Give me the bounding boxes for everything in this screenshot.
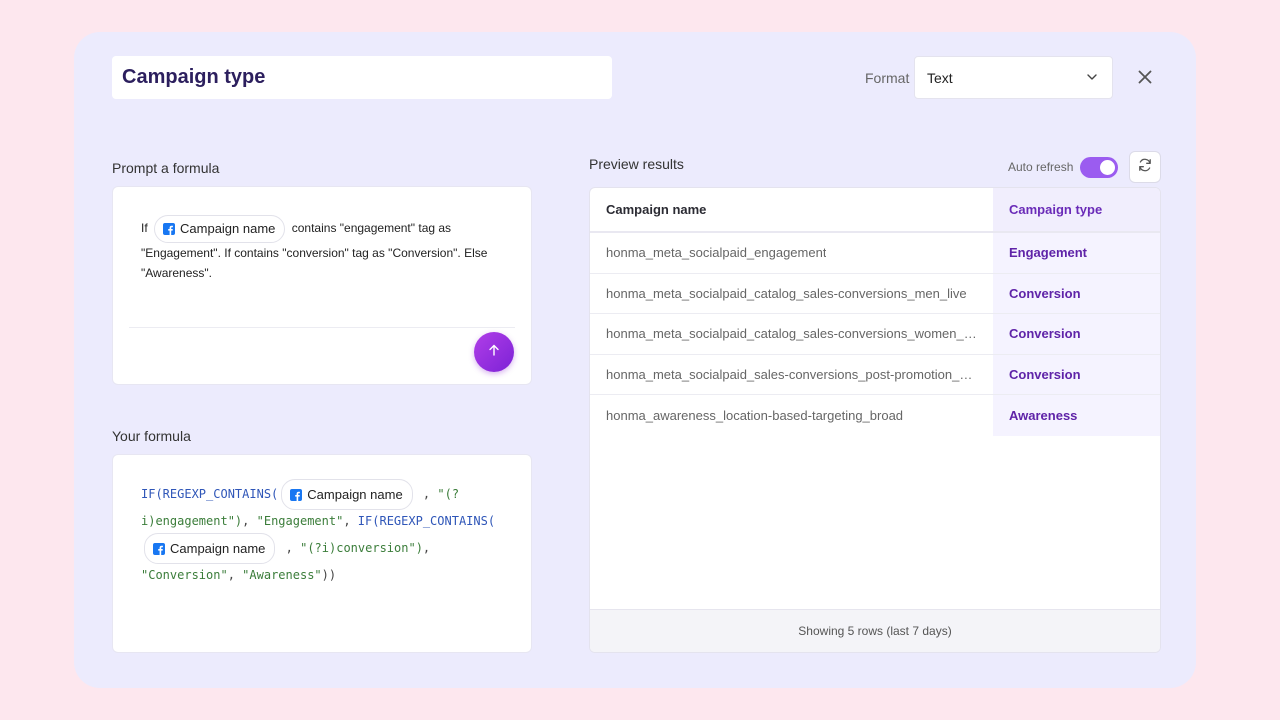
formula-token: "Engagement" [256, 514, 344, 528]
formula-token: , [242, 514, 250, 528]
chip-label: Campaign name [307, 487, 403, 502]
campaign-type-cell: Awareness [993, 395, 1160, 436]
formula-token: IF(REGEXP_CONTAINS( [141, 487, 279, 501]
campaign-type-cell: Conversion [993, 314, 1160, 354]
table-footer: Showing 5 rows (last 7 days) [590, 609, 1160, 652]
formula-editor-panel: Campaign type Format Text Prompt a formu… [74, 32, 1196, 688]
facebook-icon [153, 542, 165, 555]
prompt-text-before: If [141, 221, 148, 236]
auto-refresh-label: Auto refresh [1008, 160, 1074, 174]
formula-token: , [343, 514, 351, 528]
formula-token: IF(REGEXP_CONTAINS( [357, 514, 496, 528]
column-header-campaign-type[interactable]: Campaign type [993, 188, 1160, 231]
send-prompt-button[interactable] [474, 332, 514, 372]
cell-text: honma_awareness_location-based-targeting… [606, 407, 904, 423]
campaign-name-chip[interactable]: Campaign name [144, 533, 276, 564]
campaign-name-cell: honma_meta_socialpaid_engagement [590, 233, 993, 273]
formula-token: , [422, 487, 431, 501]
refresh-icon [1137, 157, 1153, 178]
cell-text: honma_meta_socialpaid_catalog_sales-conv… [606, 285, 967, 301]
cell-text: honma_meta_socialpaid_sales-conversions_… [606, 366, 973, 382]
campaign-name-chip[interactable]: Campaign name [154, 215, 286, 243]
preview-section-label: Preview results [589, 156, 684, 172]
column-title-input[interactable]: Campaign type [112, 56, 612, 99]
table-row: honma_meta_socialpaid_engagement Engagem… [590, 233, 1160, 274]
prompt-text-rest: "Engagement". If contains "conversion" t… [141, 246, 488, 280]
table-row: honma_meta_socialpaid_sales-conversions_… [590, 354, 1160, 395]
formula-token: , [227, 568, 235, 582]
prompt-divider [129, 327, 515, 328]
formula-token: "(?i)conversion") [300, 541, 423, 555]
chip-label: Campaign name [170, 541, 266, 556]
formula-token: "Awareness" [242, 568, 322, 582]
column-header-campaign-name[interactable]: Campaign name [590, 188, 993, 231]
refresh-button[interactable] [1129, 151, 1161, 183]
column-title-text: Campaign type [122, 66, 266, 88]
campaign-name-cell: honma_awareness_location-based-targeting… [590, 395, 993, 436]
campaign-type-cell: Conversion [993, 354, 1160, 394]
format-select-value: Text [927, 69, 953, 86]
formula-token: "Conversion" [141, 568, 228, 582]
arrow-up-icon [487, 343, 501, 362]
chip-label: Campaign name [180, 221, 276, 236]
formula-token: , [285, 541, 293, 555]
close-button[interactable] [1132, 66, 1158, 92]
formula-token: , [422, 541, 431, 555]
cell-text: honma_meta_socialpaid_engagement [606, 245, 827, 261]
table-row: honma_awareness_location-based-targeting… [590, 395, 1160, 436]
row-count-text: Showing 5 rows (last 7 days) [798, 624, 952, 638]
table-header: Campaign name Campaign type [590, 188, 1160, 233]
cell-text: honma_meta_socialpaid_catalog_sales-conv… [606, 326, 977, 342]
formula-card: IF(REGEXP_CONTAINS( Campaign name , "(?i)… [112, 454, 532, 653]
table-row: honma_meta_socialpaid_catalog_sales-conv… [590, 314, 1160, 355]
campaign-name-cell: honma_meta_socialpaid_sales-conversions_… [590, 355, 993, 395]
format-select[interactable]: Text [914, 56, 1113, 99]
formula-code[interactable]: IF(REGEXP_CONTAINS( Campaign name , "(?i)… [141, 479, 511, 587]
chevron-down-icon [1086, 70, 1098, 86]
campaign-name-cell: honma_meta_socialpaid_catalog_sales-conv… [590, 314, 993, 354]
campaign-type-cell: Conversion [993, 273, 1160, 313]
formula-token: )) [321, 568, 337, 582]
table-row: honma_meta_socialpaid_catalog_sales-conv… [590, 273, 1160, 314]
format-label: Format [865, 70, 910, 86]
campaign-name-cell: honma_meta_socialpaid_catalog_sales-conv… [590, 274, 993, 314]
facebook-icon [163, 223, 176, 235]
auto-refresh-toggle[interactable] [1080, 157, 1118, 178]
campaign-name-chip[interactable]: Campaign name [281, 479, 413, 510]
toggle-knob [1100, 160, 1115, 175]
close-icon [1137, 69, 1153, 90]
preview-table: Campaign name Campaign type honma_meta_s… [589, 187, 1161, 653]
prompt-card: If Campaign name contains "engagement" t… [112, 186, 532, 385]
prompt-section-label: Prompt a formula [112, 160, 220, 176]
prompt-text-after: contains "engagement" tag as [291, 221, 452, 236]
facebook-icon [290, 488, 303, 501]
prompt-input[interactable]: If Campaign name contains "engagement" t… [141, 215, 501, 283]
formula-section-label: Your formula [112, 428, 191, 444]
campaign-type-cell: Engagement [993, 233, 1160, 273]
